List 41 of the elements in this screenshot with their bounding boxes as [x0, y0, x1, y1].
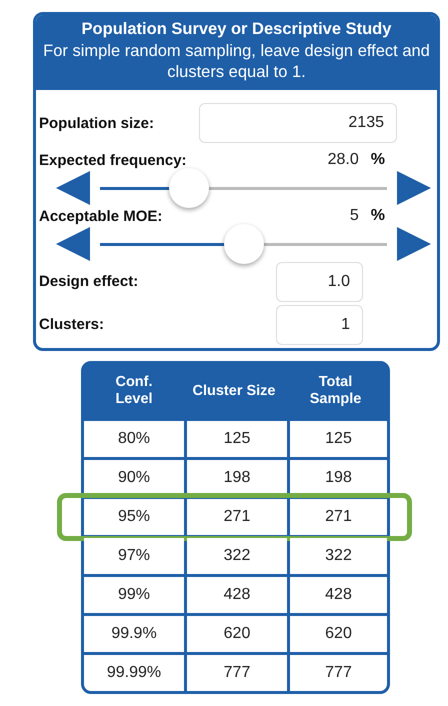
table-cell: 777: [187, 655, 287, 692]
table-cell: 777: [290, 655, 387, 692]
number-input[interactable]: 2135: [199, 103, 397, 144]
table-cell: 99%: [84, 577, 184, 614]
unit-label: %: [370, 207, 385, 226]
column-header: Total Sample: [308, 374, 362, 409]
table-cell: 620: [290, 616, 387, 652]
field-label: Acceptable MOE:: [39, 208, 162, 225]
table-cell: 80%: [84, 421, 184, 458]
field-label: Design effect:: [39, 273, 138, 290]
table-cell: 271: [187, 499, 287, 536]
field-label: Population size:: [39, 114, 154, 132]
column-header: Cluster Size: [192, 382, 276, 400]
table-cell: 620: [187, 616, 287, 652]
slider-value: 5: [350, 207, 359, 226]
column-header: Conf. Level: [114, 374, 154, 409]
field-label: Expected frequency:: [39, 152, 187, 169]
table-cell: 99.9%: [84, 616, 184, 652]
table-cell: 99.99%: [84, 655, 184, 692]
left-arrow-icon[interactable]: [56, 227, 90, 262]
table-cell: 125: [290, 421, 387, 458]
panel-title: Population Survey or Descriptive Study: [80, 20, 392, 39]
right-arrow-icon[interactable]: [397, 171, 431, 206]
field-label: Clusters:: [39, 316, 104, 334]
panel-subtitle: For simple random sampling, leave design effect and clusters equal to 1.: [42, 41, 431, 82]
slider-thumb[interactable]: [224, 224, 264, 264]
right-arrow-icon[interactable]: [397, 227, 431, 262]
table-cell: 271: [290, 499, 387, 536]
table-cell: 428: [187, 577, 287, 614]
table-cell: 322: [290, 538, 387, 574]
slider-thumb[interactable]: [168, 168, 209, 208]
slider-value: 28.0: [328, 151, 359, 170]
table-cell: 125: [187, 421, 287, 458]
table-cell: 428: [290, 577, 387, 614]
number-input[interactable]: 1.0: [276, 262, 363, 302]
table-cell: 95%: [84, 499, 184, 536]
table-cell: 322: [187, 538, 287, 574]
table-cell: 97%: [84, 538, 184, 574]
unit-label: %: [370, 151, 385, 170]
left-arrow-icon[interactable]: [56, 171, 90, 206]
number-input[interactable]: 1: [276, 304, 363, 345]
